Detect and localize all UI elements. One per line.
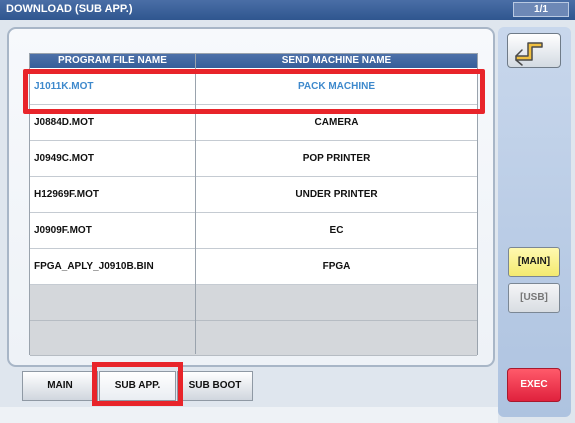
download-screen: DOWNLOAD (SUB APP.) 1/1 PROGRAM FILE NAM… xyxy=(0,0,575,423)
send-machine-name: POP PRINTER xyxy=(302,153,371,164)
table-row[interactable]: J0949C.MOT POP PRINTER xyxy=(30,141,477,177)
table-header: PROGRAM FILE NAME SEND MACHINE NAME xyxy=(30,54,477,68)
page-indicator: 1/1 xyxy=(513,2,569,17)
tab-main[interactable]: MAIN xyxy=(22,371,98,401)
table-row-empty xyxy=(30,285,477,321)
header-program-file-name: PROGRAM FILE NAME xyxy=(58,55,167,66)
window-title: DOWNLOAD (SUB APP.) xyxy=(6,3,133,15)
program-file-name: FPGA_APLY_J0910B.BIN xyxy=(34,261,154,272)
return-arrow-icon xyxy=(515,42,543,66)
active-tab-highlight xyxy=(92,362,183,406)
send-machine-name: UNDER PRINTER xyxy=(295,189,378,200)
side-panel xyxy=(498,27,571,417)
program-file-name: H12969F.MOT xyxy=(34,189,100,200)
program-file-name: J0909F.MOT xyxy=(34,225,92,236)
send-machine-name xyxy=(196,285,477,320)
send-machine-name: FPGA xyxy=(322,261,351,272)
table-row[interactable]: H12969F.MOT UNDER PRINTER xyxy=(30,177,477,213)
main-button[interactable]: [MAIN] xyxy=(508,247,560,277)
title-bar: DOWNLOAD (SUB APP.) 1/1 xyxy=(0,0,575,20)
bottom-strip xyxy=(0,407,498,423)
table-row[interactable]: J0909F.MOT EC xyxy=(30,213,477,249)
exec-button[interactable]: EXEC xyxy=(507,368,561,402)
table-row[interactable]: FPGA_APLY_J0910B.BIN FPGA xyxy=(30,249,477,285)
tab-sub-boot[interactable]: SUB BOOT xyxy=(177,371,253,401)
header-send-machine-name: SEND MACHINE NAME xyxy=(281,55,392,66)
usb-button[interactable]: [USB] xyxy=(508,283,560,313)
program-file-name: J0949C.MOT xyxy=(34,153,95,164)
back-button[interactable] xyxy=(507,33,561,68)
send-machine-name xyxy=(196,321,477,356)
table-row-empty xyxy=(30,321,477,356)
send-machine-name: EC xyxy=(329,225,344,236)
selected-row-highlight xyxy=(23,69,485,114)
